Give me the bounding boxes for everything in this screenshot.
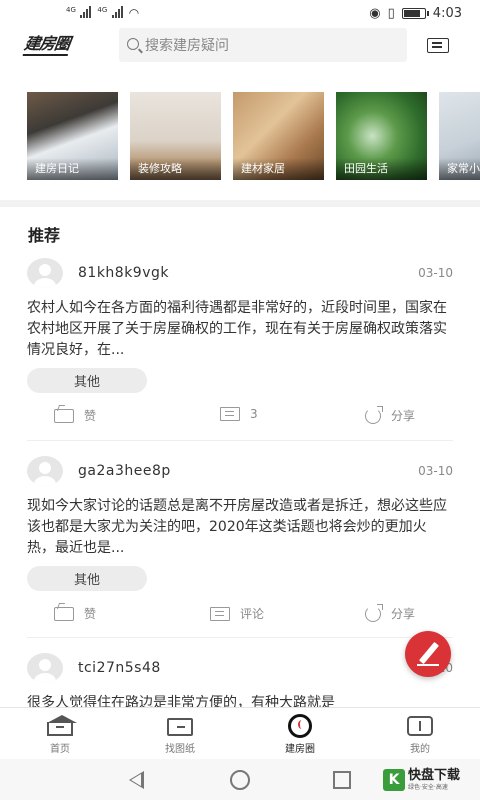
- category-card-diary[interactable]: 建房日记: [27, 92, 118, 180]
- folder-icon: [167, 718, 193, 736]
- home-icon: [47, 715, 77, 736]
- signal-1: 4G: [66, 5, 92, 21]
- app-header: 建房圈 搜索建房疑问: [0, 28, 480, 64]
- search-icon: [127, 38, 139, 50]
- share-button[interactable]: 分享: [365, 405, 416, 424]
- category-card-garden[interactable]: 田园生活: [336, 92, 427, 180]
- comment-icon: [220, 407, 240, 421]
- create-post-button[interactable]: [405, 631, 451, 677]
- username[interactable]: 81kh8k9vgk: [78, 265, 169, 281]
- post-card[interactable]: ga2a3hee8p 03-10 现如今大家讨论的话题总是离不开房屋改造或者是拆…: [27, 455, 453, 635]
- like-label: 赞: [84, 607, 97, 621]
- thumbs-up-icon: [54, 606, 74, 621]
- post-actions: 赞 3 分享: [27, 397, 453, 437]
- share-button[interactable]: 分享: [365, 603, 416, 622]
- post-date: 03-10: [418, 266, 453, 280]
- battery-icon: [401, 7, 429, 19]
- category-card-home[interactable]: 家常小: [439, 92, 480, 180]
- like-label: 赞: [84, 409, 97, 423]
- comment-icon: [210, 606, 230, 621]
- category-label: 装修攻略: [130, 158, 221, 180]
- post-text[interactable]: 很多人觉得住在路边是非常方便的，有种大路就是: [27, 693, 453, 707]
- nav-label: 找图纸: [165, 744, 195, 755]
- share-icon: [365, 405, 383, 424]
- post-actions: 赞 评论 分享: [27, 595, 453, 635]
- signal-bars-icon: [111, 5, 123, 18]
- category-label: 建材家居: [233, 158, 324, 180]
- post-tag[interactable]: 其他: [27, 566, 147, 591]
- post-separator: [27, 440, 453, 441]
- avatar[interactable]: [27, 653, 63, 683]
- back-icon[interactable]: [129, 771, 144, 789]
- category-card-decoration[interactable]: 装修攻略: [130, 92, 221, 180]
- share-icon: [365, 603, 383, 622]
- comment-button[interactable]: 评论: [210, 605, 264, 622]
- post-text[interactable]: 现如今大家讨论的话题总是离不开房屋改造或者是拆迁，想必这些应该也都是大家尤为关注…: [27, 496, 453, 559]
- watermark-sub: 绿色·安全·高速: [408, 784, 448, 791]
- recent-apps-icon[interactable]: [333, 771, 351, 789]
- status-bar: 4G 4G ◠ ◉ ▯ 4:03: [0, 0, 480, 26]
- nav-community[interactable]: 建房圈: [240, 708, 360, 759]
- nav-label: 我的: [410, 744, 430, 755]
- post-text[interactable]: 农村人如今在各方面的福利待遇都是非常好的，近段时间里，国家在农村地区开展了关于房…: [27, 298, 453, 361]
- nav-blueprints[interactable]: 找图纸: [120, 708, 240, 759]
- watermark-name: 快盘下载: [408, 768, 461, 783]
- nav-profile[interactable]: 我的: [360, 708, 480, 759]
- community-icon: [288, 714, 312, 738]
- username[interactable]: ga2a3hee8p: [78, 463, 171, 479]
- signal-indicators: 4G 4G ◠: [66, 5, 140, 21]
- section-divider: [0, 200, 480, 207]
- pen-icon: [418, 641, 440, 665]
- comment-count: 3: [250, 407, 258, 421]
- watermark-glyph: K: [383, 769, 405, 791]
- share-label: 分享: [391, 409, 416, 423]
- comment-label: 评论: [240, 607, 265, 621]
- nav-label: 首页: [50, 744, 70, 755]
- post-card[interactable]: tci27n5s48 03-10 很多人觉得住在路边是非常方便的，有种大路就是: [27, 652, 453, 707]
- profile-icon: [407, 716, 433, 736]
- signal-2: 4G: [97, 5, 123, 21]
- like-button[interactable]: 赞: [54, 605, 96, 622]
- search-placeholder: 搜索建房疑问: [145, 38, 229, 54]
- category-card-materials[interactable]: 建材家居: [233, 92, 324, 180]
- comment-button[interactable]: 3: [220, 407, 258, 421]
- signal-2-label: 4G: [97, 5, 108, 14]
- category-label: 建房日记: [27, 158, 118, 180]
- section-title: 推荐: [28, 226, 61, 245]
- wifi-icon: ◠: [128, 6, 140, 20]
- avatar[interactable]: [27, 456, 63, 486]
- post-separator: [27, 637, 453, 638]
- post-date: 03-10: [418, 464, 453, 478]
- search-bar[interactable]: 搜索建房疑问: [119, 28, 407, 62]
- share-label: 分享: [391, 607, 416, 621]
- app-logo: 建房圈: [22, 36, 70, 56]
- home-circle-icon[interactable]: [230, 770, 250, 790]
- avatar[interactable]: [27, 258, 63, 288]
- watermark-logo: K 快盘下载 绿色·安全·高速: [383, 769, 460, 791]
- signal-bars-icon: [80, 5, 92, 18]
- like-button[interactable]: 赞: [54, 407, 96, 424]
- category-row: 建房日记 装修攻略 建材家居 田园生活 家常小: [27, 92, 480, 180]
- vibrate-icon: ▯: [387, 5, 395, 21]
- nav-home[interactable]: 首页: [0, 708, 120, 759]
- signal-1-label: 4G: [66, 5, 76, 14]
- post-tag[interactable]: 其他: [27, 368, 147, 393]
- thumbs-up-icon: [54, 408, 74, 423]
- category-label: 田园生活: [336, 158, 427, 180]
- eye-comfort-icon: ◉: [369, 5, 381, 21]
- pen-underline: [417, 664, 439, 666]
- category-label: 家常小: [439, 158, 480, 180]
- post-card[interactable]: 81kh8k9vgk 03-10 农村人如今在各方面的福利待遇都是非常好的，近段…: [27, 257, 453, 437]
- bottom-nav: 首页 找图纸 建房圈 我的: [0, 707, 480, 759]
- username[interactable]: tci27n5s48: [78, 660, 161, 676]
- status-time: 4:03: [432, 5, 462, 21]
- message-icon[interactable]: [427, 38, 449, 53]
- nav-label: 建房圈: [285, 744, 315, 755]
